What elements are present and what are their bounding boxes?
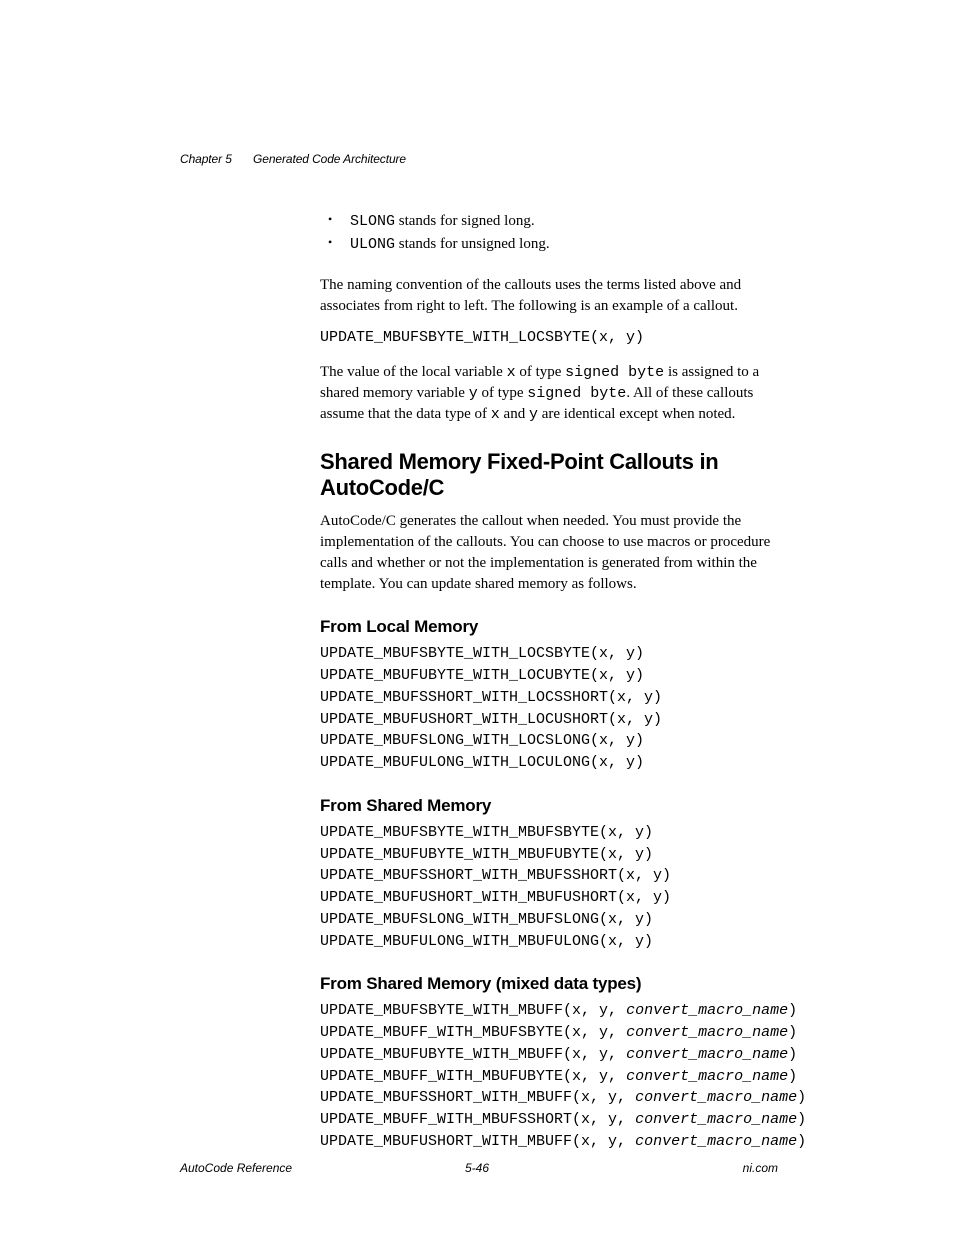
code-inline: signed byte — [527, 385, 626, 402]
code-inline: y — [469, 385, 478, 402]
text-run: and — [500, 406, 529, 422]
code-inline: signed byte — [565, 364, 664, 381]
code-block: UPDATE_MBUFSBYTE_WITH_LOCSBYTE(x, y) UPD… — [320, 643, 778, 774]
chapter-number: Chapter 5 — [180, 152, 232, 166]
page: Chapter 5 Generated Code Architecture SL… — [0, 0, 954, 1153]
subsection-heading: From Shared Memory — [320, 796, 778, 816]
text-run: of type — [516, 364, 566, 380]
paragraph: The naming convention of the callouts us… — [320, 275, 778, 317]
chapter-title: Generated Code Architecture — [253, 152, 406, 166]
page-footer: AutoCode Reference 5-46 ni.com — [0, 1161, 954, 1175]
text-run: The value of the local variable — [320, 364, 507, 380]
content-body: SLONG stands for signed long. ULONG stan… — [320, 210, 778, 1153]
code-inline: x — [507, 364, 516, 381]
list-item: SLONG stands for signed long. — [320, 210, 778, 233]
list-text: stands for unsigned long. — [395, 236, 550, 252]
footer-page-number: 5-46 — [465, 1161, 489, 1175]
code-block-mixed: UPDATE_MBUFSBYTE_WITH_MBUFF(x, y, conver… — [320, 1000, 778, 1152]
code-block: UPDATE_MBUFSBYTE_WITH_LOCSBYTE(x, y) — [320, 327, 778, 349]
code-block: UPDATE_MBUFSBYTE_WITH_MBUFSBYTE(x, y) UP… — [320, 822, 778, 953]
code-term: SLONG — [350, 213, 395, 230]
text-run: are identical except when noted. — [538, 406, 735, 422]
code-term: ULONG — [350, 236, 395, 253]
subsection-heading: From Shared Memory (mixed data types) — [320, 974, 778, 994]
code-inline: y — [529, 406, 538, 423]
list-item: ULONG stands for unsigned long. — [320, 233, 778, 256]
section-heading: Shared Memory Fixed-Point Callouts in Au… — [320, 449, 778, 501]
footer-right: ni.com — [743, 1161, 778, 1175]
bullet-list: SLONG stands for signed long. ULONG stan… — [320, 210, 778, 257]
paragraph: AutoCode/C generates the callout when ne… — [320, 511, 778, 595]
paragraph: The value of the local variable x of typ… — [320, 362, 778, 425]
subsection-heading: From Local Memory — [320, 617, 778, 637]
code-inline: x — [491, 406, 500, 423]
text-run: of type — [478, 385, 528, 401]
footer-left: AutoCode Reference — [180, 1161, 292, 1175]
running-header: Chapter 5 Generated Code Architecture — [180, 152, 778, 166]
list-text: stands for signed long. — [395, 213, 535, 229]
